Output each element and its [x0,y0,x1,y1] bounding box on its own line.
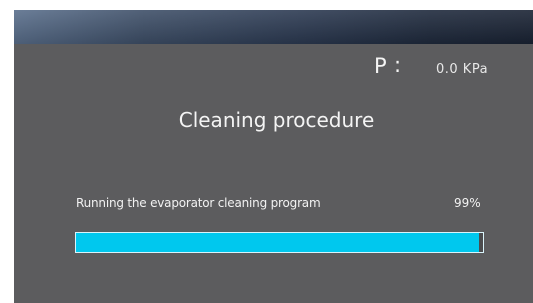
progress-bar [75,232,484,253]
progress-bar-fill [76,233,479,252]
header-bar [14,10,533,44]
hmi-screen: P : 0.0 KPa Cleaning procedure Running t… [14,10,533,303]
pressure-colon: : [394,53,402,77]
page-title: Cleaning procedure [178,108,375,132]
pressure-readout: 0.0 KPa [436,62,489,77]
progress-percent: 99% [454,196,481,210]
status-text: Running the evaporator cleaning program [76,196,321,210]
pressure-symbol: P [374,54,388,78]
